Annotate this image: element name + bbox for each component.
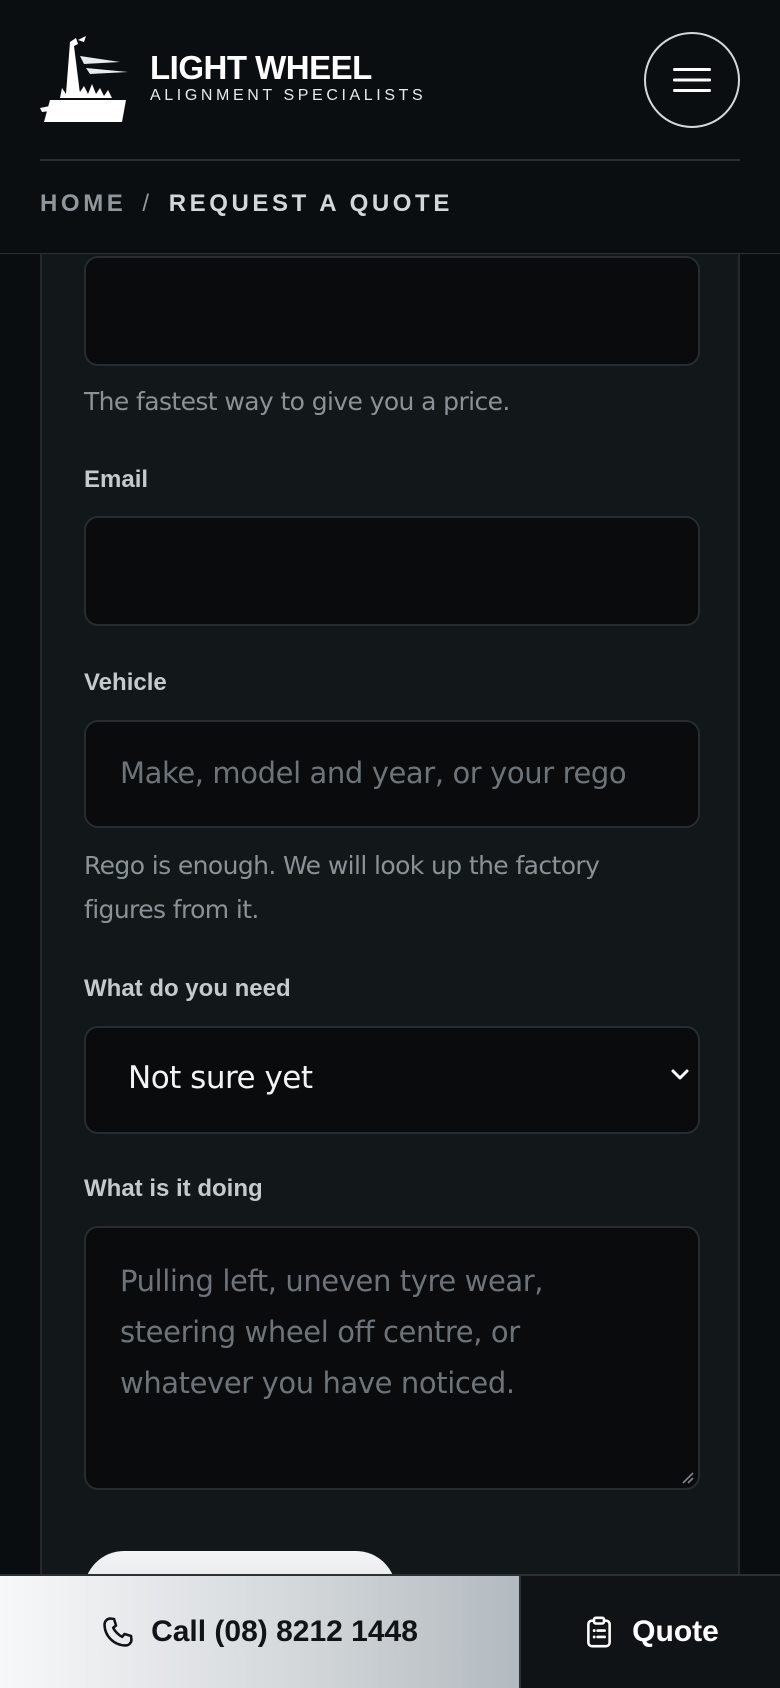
chevron-down-icon — [671, 1069, 689, 1080]
breadcrumb-current: REQUEST A QUOTE — [168, 190, 453, 217]
doing-placeholder: Pulling left, uneven tyre wear, steering… — [120, 1264, 544, 1400]
doing-label: What is it doing — [84, 1175, 263, 1202]
email-field[interactable] — [84, 516, 700, 626]
doing-textarea[interactable]: Pulling left, uneven tyre wear, steering… — [84, 1226, 700, 1490]
clipboard-icon — [587, 1616, 612, 1648]
need-label: What do you need — [84, 975, 291, 1002]
vehicle-field[interactable]: Make, model and year, or your rego — [84, 720, 700, 828]
brand[interactable]: LIGHT WHEEL ALIGNMENT SPECIALISTS — [150, 50, 426, 105]
bottom-action-bar: Call (08) 8212 1448 Quote — [0, 1574, 780, 1688]
need-select[interactable]: Not sure yet — [84, 1026, 700, 1134]
site-header: LIGHT WHEEL ALIGNMENT SPECIALISTS HOME /… — [0, 0, 780, 254]
call-button[interactable]: Call (08) 8212 1448 — [0, 1576, 519, 1688]
brand-tagline: ALIGNMENT SPECIALISTS — [150, 87, 427, 104]
vehicle-help-text: Rego is enough. We will look up the fact… — [84, 851, 600, 924]
breadcrumb-separator: / — [142, 190, 153, 217]
email-label: Email — [84, 466, 149, 493]
breadcrumb: HOME / REQUEST A QUOTE — [40, 190, 453, 218]
hamburger-icon — [673, 68, 711, 92]
phone-icon — [103, 1617, 133, 1647]
phone-field[interactable] — [84, 256, 700, 366]
vehicle-placeholder: Make, model and year, or your rego — [120, 756, 627, 790]
vehicle-label: Vehicle — [84, 669, 167, 696]
quote-label: Quote — [632, 1615, 719, 1648]
brand-name: LIGHT WHEEL — [150, 49, 372, 86]
lighthouse-logo-icon[interactable] — [40, 34, 132, 122]
call-label: Call (08) 8212 1448 — [151, 1615, 418, 1648]
header-divider — [40, 159, 740, 161]
breadcrumb-home-link[interactable]: HOME — [40, 190, 126, 218]
quote-button[interactable]: Quote — [519, 1576, 780, 1688]
menu-button[interactable] — [644, 32, 740, 128]
need-selected-value: Not sure yet — [128, 1060, 313, 1096]
resize-handle-icon[interactable] — [680, 1470, 694, 1484]
phone-help-text: The fastest way to give you a price. — [84, 387, 510, 416]
